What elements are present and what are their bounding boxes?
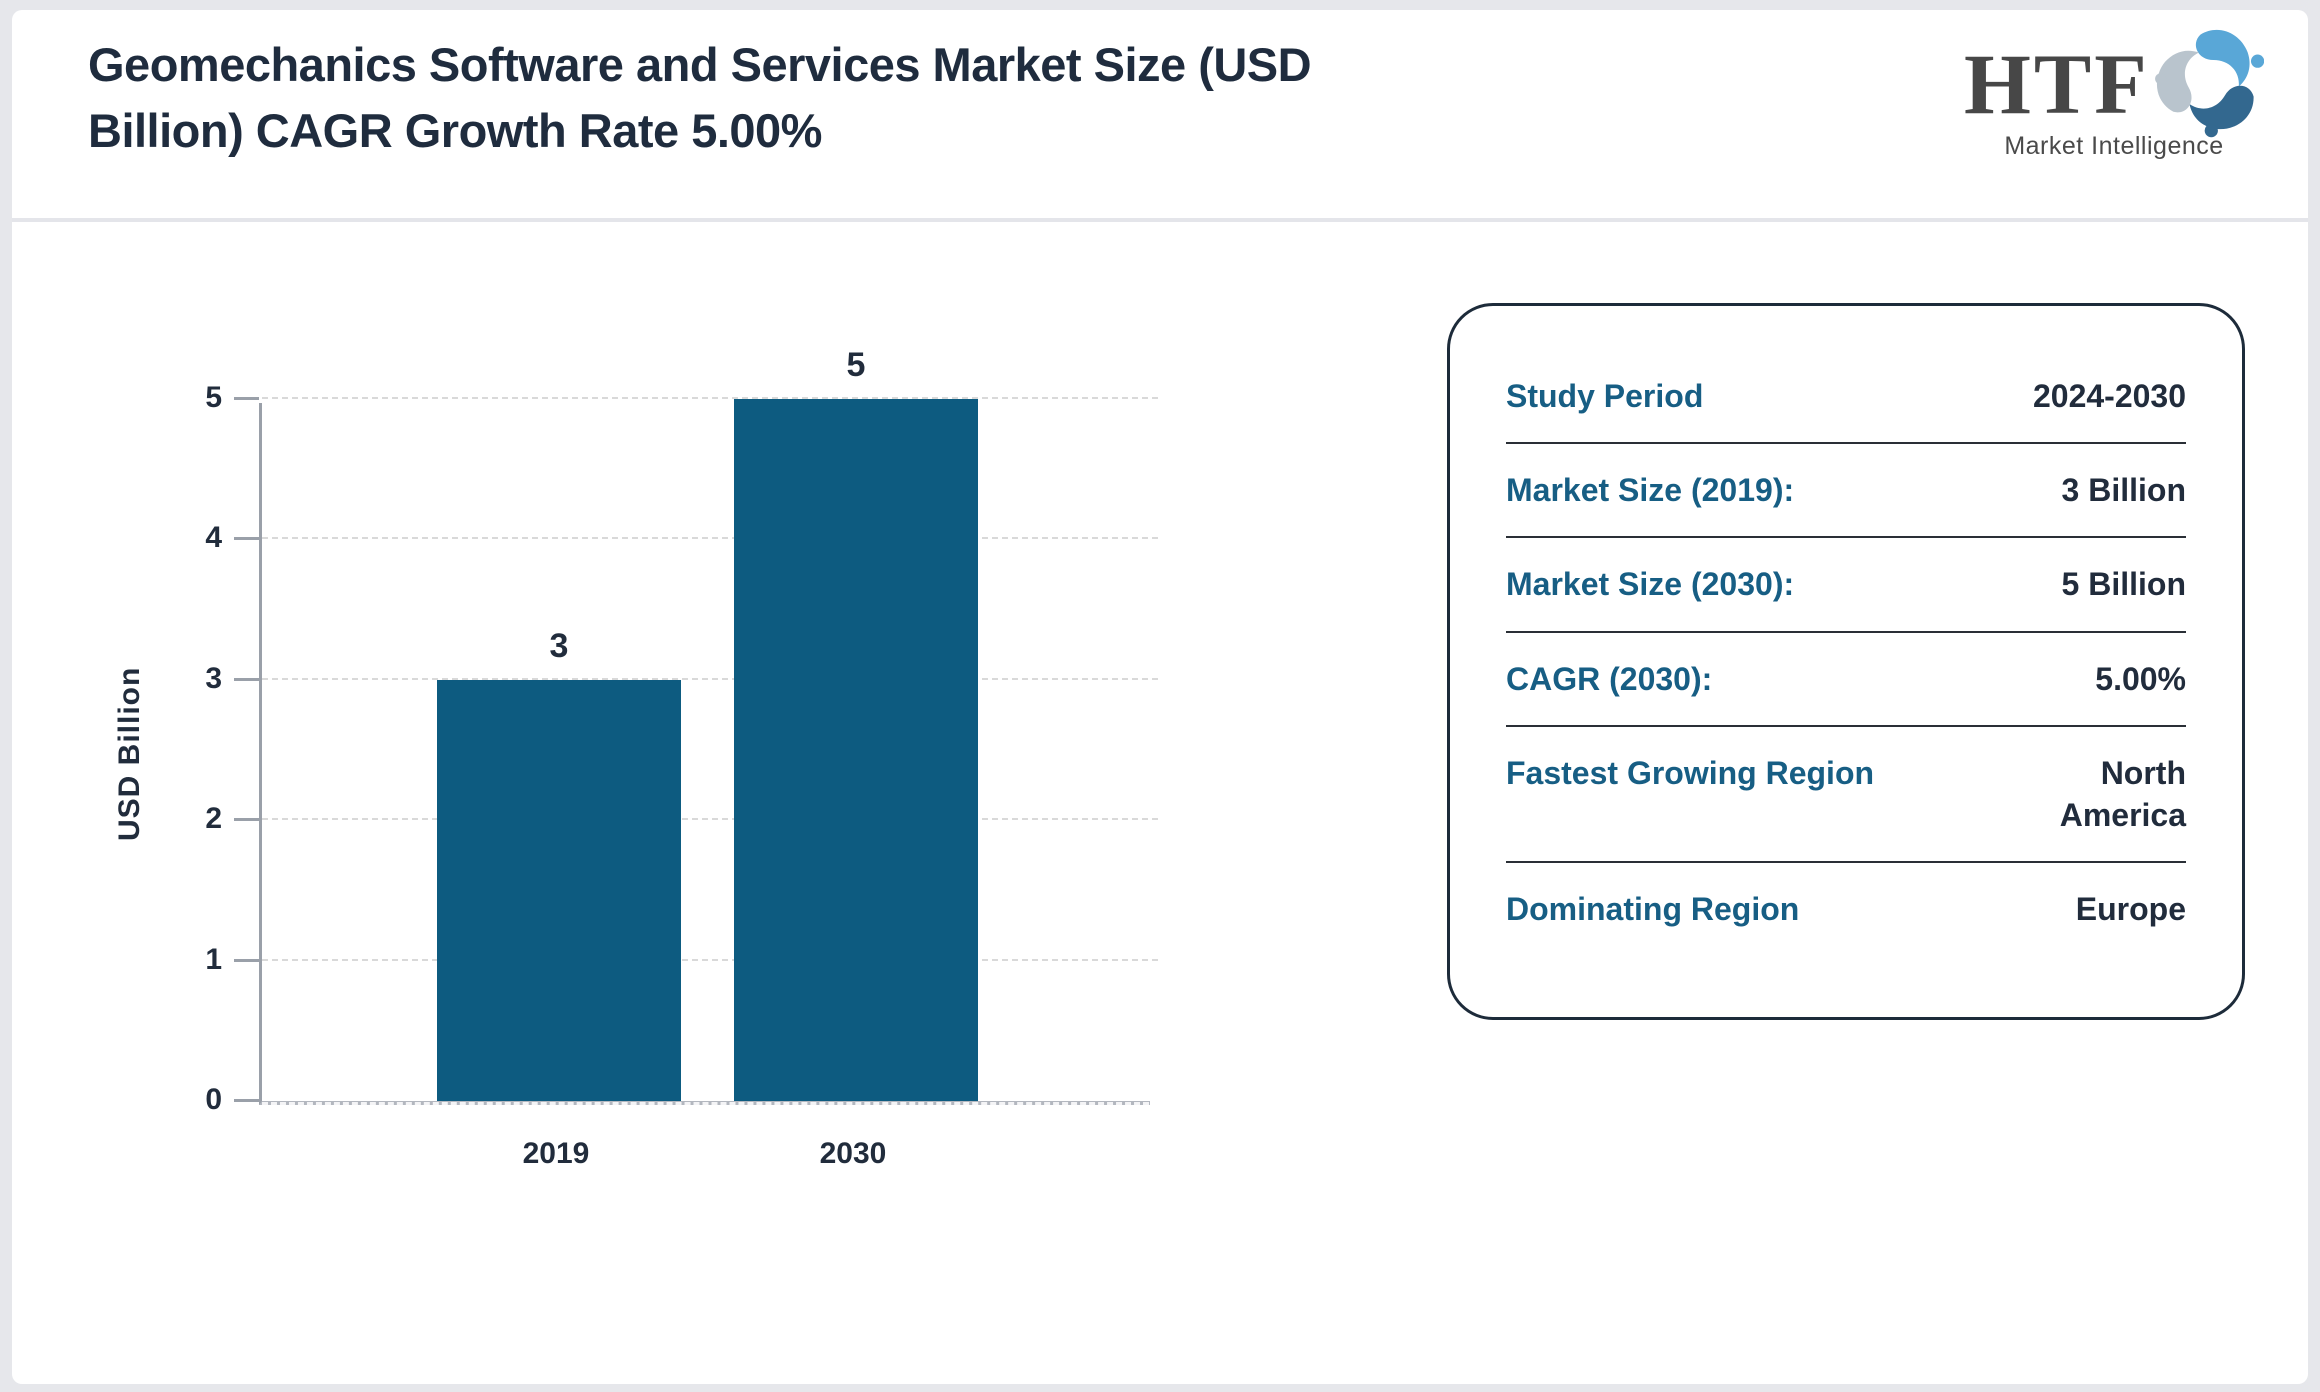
y-axis-title: USD Billion bbox=[113, 666, 146, 842]
y-tick-mark bbox=[234, 1099, 259, 1102]
panel-row-label: Dominating Region bbox=[1506, 891, 1800, 928]
y-tick-label: 2 bbox=[205, 802, 222, 836]
report-card: Geomechanics Software and Services Marke… bbox=[12, 10, 2308, 1384]
y-tick-label: 4 bbox=[205, 521, 222, 555]
bar-value-label: 5 bbox=[846, 346, 866, 384]
gridline bbox=[262, 818, 1158, 821]
panel-row: Study Period 2024-2030 bbox=[1506, 350, 2186, 445]
panel-row: Dominating Region Europe bbox=[1506, 863, 2186, 955]
gridline bbox=[262, 537, 1158, 540]
panel-row: Market Size (2030): 5 Billion bbox=[1506, 538, 2186, 633]
panel-row: CAGR (2030): 5.00% bbox=[1506, 633, 2186, 727]
panel-row-label: Study Period bbox=[1506, 378, 1704, 414]
x-axis-labels: 2019 2030 bbox=[259, 1137, 1150, 1181]
y-tick-mark bbox=[234, 677, 259, 681]
panel-row-value: 2024-2030 bbox=[2032, 378, 2186, 414]
y-tick-mark bbox=[234, 397, 259, 400]
bar-2019 bbox=[437, 679, 681, 1101]
logo-tagline: Market Intelligence bbox=[2004, 132, 2224, 160]
panel-row-value: North America bbox=[2059, 754, 2186, 834]
y-tick-label: 5 bbox=[205, 381, 222, 414]
info-panel: Study Period 2024-2030 Market Size (2019):… bbox=[1447, 303, 2245, 1020]
x-tick-label: 2019 bbox=[522, 1137, 590, 1170]
panel-row-value: 5 Billion bbox=[2061, 566, 2186, 603]
panel-row-label: Fastest Growing Region bbox=[1506, 754, 1875, 791]
y-tick-label: 3 bbox=[205, 661, 222, 695]
y-tick-mark bbox=[234, 537, 259, 541]
y-tick-label: 0 bbox=[205, 1083, 222, 1116]
panel-row-label: CAGR (2030): bbox=[1506, 660, 1713, 697]
panel-row: Market Size (2019): 3 Billion bbox=[1506, 444, 2186, 539]
y-tick-mark bbox=[234, 818, 259, 822]
htf-swirl-logo-icon bbox=[2154, 29, 2264, 138]
plot-area: 0 1 2 3 4 5 3 5 bbox=[205, 346, 1158, 1116]
panel-row-value: 5.00% bbox=[2095, 660, 2186, 697]
gridline bbox=[262, 958, 1158, 961]
page-title: Geomechanics Software and Services Marke… bbox=[88, 38, 1312, 157]
gridline bbox=[262, 397, 1158, 399]
brand-logo: HTF Market Intelligence bbox=[1964, 28, 2264, 161]
x-axis-baseline bbox=[262, 1102, 1158, 1105]
x-tick-label: 2030 bbox=[819, 1137, 887, 1170]
gridline bbox=[262, 677, 1158, 680]
panel-row-value: 3 Billion bbox=[2061, 472, 2186, 509]
panel-row: Fastest Growing Region North America bbox=[1506, 727, 2186, 864]
logo-brand-text: HTF bbox=[1964, 36, 2150, 132]
header-divider bbox=[12, 218, 2308, 222]
panel-row-label: Market Size (2019): bbox=[1506, 472, 1795, 509]
y-tick-mark bbox=[234, 958, 259, 962]
panel-row-value: Europe bbox=[2075, 891, 2186, 928]
logo-row: HTF bbox=[1964, 28, 2264, 140]
panel-row-label: Market Size (2030): bbox=[1506, 566, 1795, 603]
y-tick-label: 1 bbox=[205, 942, 222, 976]
bar-2030 bbox=[734, 399, 978, 1101]
bar-value-label: 3 bbox=[549, 626, 569, 665]
